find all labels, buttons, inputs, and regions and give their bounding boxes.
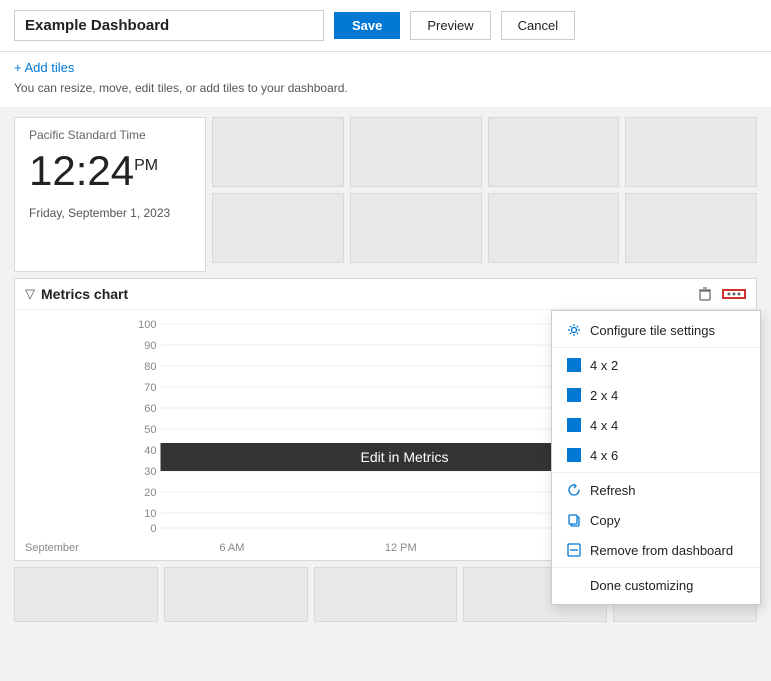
clock-tile: Pacific Standard Time 12:24PM Friday, Se… [14,117,206,272]
size-4x6-label: 4 x 6 [590,448,618,463]
refresh-icon [566,482,582,498]
svg-text:40: 40 [144,445,156,457]
grid-cell [625,117,757,187]
clock-date: Friday, September 1, 2023 [29,206,191,220]
menu-divider [552,472,760,473]
top-grid: Pacific Standard Time 12:24PM Friday, Se… [14,117,757,272]
size-box-icon [566,357,582,373]
svg-text:30: 30 [144,466,156,478]
header: Save Preview Cancel [0,0,771,52]
size-box-icon [566,387,582,403]
done-icon [566,577,582,593]
size-box-icon [566,447,582,463]
grid-cell [350,193,482,263]
svg-text:60: 60 [144,403,156,415]
clock-time: 12:24PM [29,148,191,194]
refresh-item[interactable]: Refresh [552,475,760,505]
more-options-button[interactable] [722,289,746,299]
context-menu: Configure tile settings 4 x 2 2 x 4 4 x … [551,310,761,605]
svg-text:50: 50 [144,424,156,436]
size-4x2-item[interactable]: 4 x 2 [552,350,760,380]
copy-icon [566,512,582,528]
menu-divider [552,567,760,568]
svg-text:Edit in Metrics: Edit in Metrics [361,449,449,465]
top-right-grid [212,117,757,272]
x-label-12pm: 12 PM [385,542,417,554]
svg-text:100: 100 [138,319,156,331]
copy-label: Copy [590,513,620,528]
save-button[interactable]: Save [334,12,400,39]
grid-row-2 [212,193,757,263]
cancel-button[interactable]: Cancel [501,11,575,40]
remove-item[interactable]: Remove from dashboard [552,535,760,565]
remove-icon [566,542,582,558]
grid-row-1 [212,117,757,187]
configure-tile-label: Configure tile settings [590,323,715,338]
size-4x2-label: 4 x 2 [590,358,618,373]
x-label-6am: 6 AM [219,542,244,554]
size-4x4-item[interactable]: 4 x 4 [552,410,760,440]
size-box-icon [566,417,582,433]
preview-button[interactable]: Preview [410,11,490,40]
x-label-september: September [25,542,79,554]
grid-cell [625,193,757,263]
svg-text:10: 10 [144,508,156,520]
grid-cell [488,117,620,187]
grid-cell [164,567,308,622]
trash-icon [698,287,712,301]
grid-cell [350,117,482,187]
gear-icon [566,322,582,338]
sub-header: + Add tiles You can resize, move, edit t… [0,52,771,107]
configure-tile-settings-item[interactable]: Configure tile settings [552,315,760,345]
add-tiles-button[interactable]: + Add tiles [14,60,74,75]
clock-timezone: Pacific Standard Time [29,128,191,142]
done-label: Done customizing [590,578,693,593]
ellipsis-icon [727,292,741,296]
grid-cell [488,193,620,263]
size-2x4-item[interactable]: 2 x 4 [552,380,760,410]
svg-text:20: 20 [144,487,156,499]
size-4x6-item[interactable]: 4 x 6 [552,440,760,470]
filter-icon: ▽ [25,286,35,302]
hint-text: You can resize, move, edit tiles, or add… [14,79,757,103]
svg-text:70: 70 [144,382,156,394]
menu-divider [552,347,760,348]
metrics-title-row: ▽ Metrics chart [25,286,128,302]
remove-label: Remove from dashboard [590,543,733,558]
dashboard-title-input[interactable] [14,10,324,41]
grid-cell [212,193,344,263]
metrics-header: ▽ Metrics chart [15,279,756,310]
svg-text:80: 80 [144,361,156,373]
grid-cell [212,117,344,187]
grid-cell [314,567,458,622]
size-4x4-label: 4 x 4 [590,418,618,433]
tile-actions [694,285,746,303]
size-2x4-label: 2 x 4 [590,388,618,403]
svg-text:0: 0 [150,523,156,535]
svg-text:90: 90 [144,340,156,352]
done-customizing-item[interactable]: Done customizing [552,570,760,600]
refresh-label: Refresh [590,483,636,498]
delete-tile-button[interactable] [694,285,716,303]
metrics-title: Metrics chart [41,286,128,302]
grid-cell [14,567,158,622]
copy-item[interactable]: Copy [552,505,760,535]
